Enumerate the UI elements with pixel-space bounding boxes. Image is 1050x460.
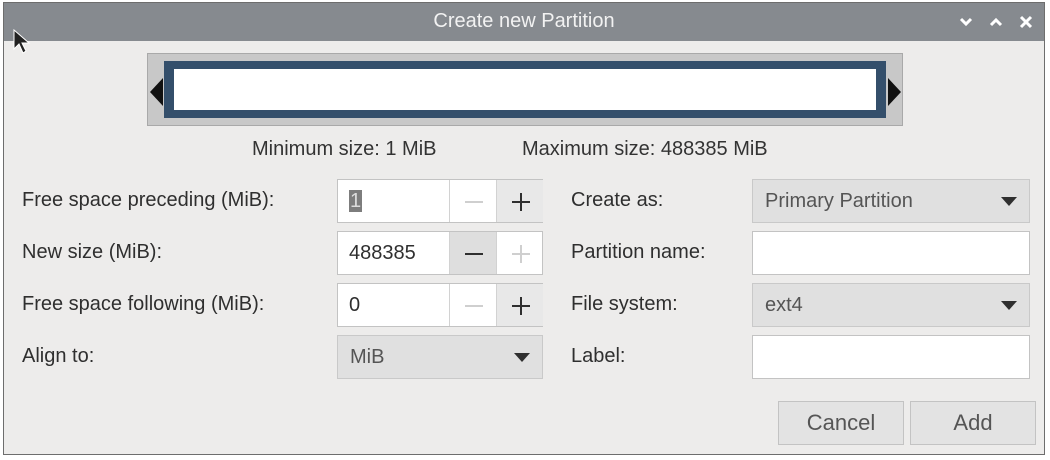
free-space-preceding-input[interactable]: 1	[338, 180, 448, 222]
file-system-dropdown[interactable]: ext4	[752, 283, 1030, 327]
close-button[interactable]	[1015, 11, 1037, 33]
free-space-following-input[interactable]: 0	[338, 284, 448, 326]
partition-resizer[interactable]	[147, 53, 903, 126]
plus-icon	[512, 245, 530, 263]
free-space-following-increment[interactable]	[496, 284, 543, 326]
partition-name-input[interactable]	[752, 231, 1030, 275]
align-to-label: Align to:	[22, 345, 95, 367]
plus-icon	[512, 297, 530, 315]
chevron-down-icon	[1001, 197, 1017, 206]
close-icon	[1019, 15, 1033, 29]
new-size-input[interactable]: 488385	[338, 232, 448, 274]
free-space-following-label: Free space following (MiB):	[22, 293, 265, 315]
partition-name-label: Partition name:	[571, 241, 706, 263]
chevron-down-icon	[514, 353, 530, 362]
free-space-preceding-label: Free space preceding (MiB):	[22, 189, 275, 211]
new-size-decrement[interactable]	[449, 232, 496, 274]
minimize-icon	[959, 17, 973, 27]
create-partition-dialog: Create new Partition Minimum size: 1 MiB…	[3, 2, 1045, 455]
add-button[interactable]: Add	[910, 401, 1036, 445]
maximize-button[interactable]	[985, 11, 1007, 33]
create-as-label: Create as:	[571, 189, 664, 211]
minus-icon	[465, 305, 483, 307]
fs-label-input[interactable]	[752, 335, 1030, 379]
maximize-icon	[989, 17, 1003, 27]
free-space-preceding-decrement[interactable]	[449, 180, 496, 222]
minus-icon	[465, 253, 483, 255]
free-space-preceding-increment[interactable]	[496, 180, 543, 222]
align-to-dropdown[interactable]: MiB	[337, 335, 543, 379]
maximum-size-label: Maximum size: 488385 MiB	[522, 138, 768, 160]
free-space-preceding-spinner: 1	[337, 179, 543, 223]
create-as-dropdown[interactable]: Primary Partition	[752, 179, 1030, 223]
window-title: Create new Partition	[433, 10, 615, 32]
partition-fill	[174, 69, 876, 110]
align-to-value: MiB	[350, 346, 385, 368]
chevron-down-icon	[1001, 301, 1017, 310]
right-resize-handle[interactable]	[887, 76, 903, 108]
fs-label-label: Label:	[571, 345, 626, 367]
title-bar[interactable]: Create new Partition	[4, 3, 1044, 41]
create-as-value: Primary Partition	[765, 190, 913, 212]
file-system-label: File system:	[571, 293, 678, 315]
partition-bar[interactable]	[164, 61, 886, 118]
new-size-increment[interactable]	[496, 232, 543, 274]
minus-icon	[465, 201, 483, 203]
plus-icon	[512, 193, 530, 211]
minimum-size-label: Minimum size: 1 MiB	[252, 138, 437, 160]
file-system-value: ext4	[765, 294, 803, 316]
free-space-following-decrement[interactable]	[449, 284, 496, 326]
new-size-label: New size (MiB):	[22, 241, 163, 263]
left-resize-handle[interactable]	[148, 76, 164, 108]
mouse-cursor	[13, 29, 31, 54]
free-space-following-spinner: 0	[337, 283, 543, 327]
new-size-spinner: 488385	[337, 231, 543, 275]
minimize-button[interactable]	[955, 11, 977, 33]
cancel-button[interactable]: Cancel	[778, 401, 904, 445]
